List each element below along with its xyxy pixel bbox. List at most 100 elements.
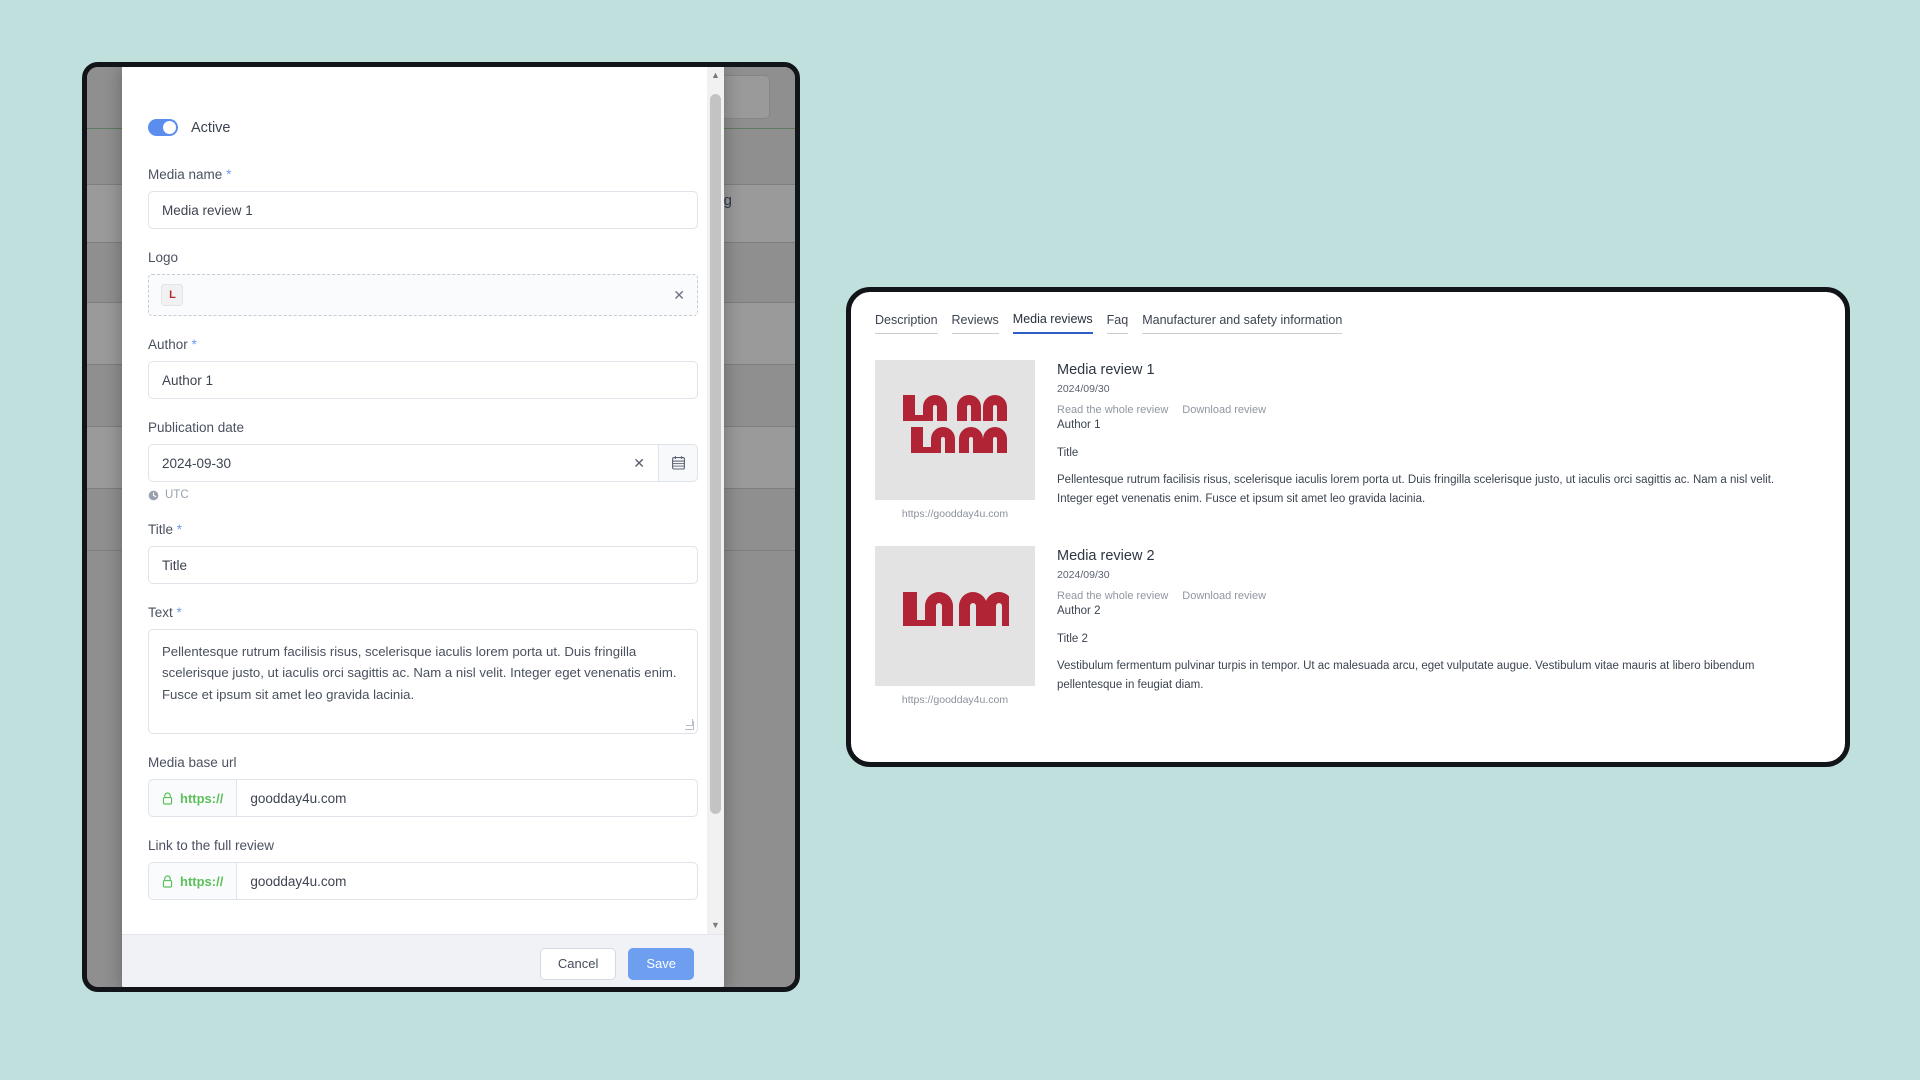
review-action-links: Read the whole review Download review <box>1057 404 1821 416</box>
author-input[interactable]: Author 1 <box>148 361 698 399</box>
review-action-links: Read the whole review Download review <box>1057 590 1821 602</box>
media-base-url-input[interactable]: goodday4u.com <box>237 779 698 817</box>
review-title-text: Title <box>1057 447 1079 459</box>
scroll-up-arrow-icon[interactable]: ▲ <box>711 67 720 84</box>
logo-image-offset <box>903 395 1007 453</box>
tab-faq[interactable]: Faq <box>1106 313 1129 334</box>
scrollbar-track[interactable] <box>707 84 724 917</box>
clear-date-icon[interactable]: ✕ <box>633 456 645 470</box>
review-media-column: https://goodday4u.com <box>875 360 1035 520</box>
active-toggle[interactable] <box>148 119 178 136</box>
publication-date-control: 2024-09-30 ✕ <box>148 444 698 482</box>
open-calendar-button[interactable] <box>658 444 698 482</box>
lock-icon <box>162 874 173 888</box>
product-tabs: Description Reviews Media reviews Faq Ma… <box>875 312 1821 334</box>
media-name-value: Media review 1 <box>162 202 253 218</box>
field-text: Text * Pellentesque rutrum facilisis ris… <box>148 605 698 734</box>
preview-content: Description Reviews Media reviews Faq Ma… <box>851 292 1845 752</box>
author-label: Author * <box>148 337 698 352</box>
download-review-link[interactable]: Download review <box>1182 404 1266 416</box>
title-input[interactable]: Title <box>148 546 698 584</box>
publication-date-value: 2024-09-30 <box>162 455 232 471</box>
timezone-hint: UTC <box>148 489 698 501</box>
download-review-link[interactable]: Download review <box>1182 590 1266 602</box>
text-textarea[interactable]: Pellentesque rutrum facilisis risus, sce… <box>148 629 698 734</box>
link-full-review-value: goodday4u.com <box>250 873 347 889</box>
review-name: Media review 2 <box>1057 548 1155 564</box>
media-base-url-control: https:// goodday4u.com <box>148 779 698 817</box>
review-author: Author 1 <box>1057 419 1101 431</box>
logo-dropzone[interactable]: L ✕ <box>148 274 698 316</box>
review-author: Author 2 <box>1057 605 1101 617</box>
toggle-knob <box>163 121 176 134</box>
logo-label: Logo <box>148 250 179 265</box>
field-media-base-url: Media base url https:// goodday4u.com <box>148 755 698 817</box>
read-whole-review-link[interactable]: Read the whole review <box>1057 404 1168 416</box>
link-full-review-prefix-text: https:// <box>180 873 224 889</box>
required-marker: * <box>191 337 197 352</box>
read-whole-review-link[interactable]: Read the whole review <box>1057 590 1168 602</box>
review-title-text: Title 2 <box>1057 633 1088 645</box>
modal-footer: Cancel Save <box>122 934 724 987</box>
active-toggle-row[interactable]: Active <box>148 119 698 136</box>
media-name-label-text: Media name <box>148 167 223 182</box>
field-author: Author * Author 1 <box>148 337 698 399</box>
tab-media-reviews[interactable]: Media reviews <box>1012 312 1093 334</box>
remove-logo-icon[interactable]: ✕ <box>673 288 685 302</box>
active-toggle-label: Active <box>191 119 231 136</box>
review-details: Media review 1 2024/09/30 Read the whole… <box>1057 360 1821 520</box>
media-review-edit-modal: Active Media name * Media review 1 Logo … <box>122 67 724 987</box>
text-label-text: Text <box>148 605 173 620</box>
tab-manufacturer-safety[interactable]: Manufacturer and safety information <box>1142 313 1343 334</box>
scroll-down-arrow-icon[interactable]: ▼ <box>711 917 720 934</box>
required-marker: * <box>176 522 183 537</box>
media-base-url-prefix: https:// <box>148 779 238 817</box>
scrollbar-thumb[interactable] <box>710 94 721 814</box>
required-marker: * <box>226 167 232 182</box>
text-value: Pellentesque rutrum facilisis risus, sce… <box>162 644 677 702</box>
review-logo-url: https://goodday4u.com <box>901 694 1009 706</box>
tab-reviews[interactable]: Reviews <box>951 313 999 334</box>
media-name-input[interactable]: Media review 1 <box>148 191 698 229</box>
title-value: Title <box>162 557 188 573</box>
review-details: Media review 2 2024/09/30 Read the whole… <box>1057 546 1821 706</box>
title-label: Title * <box>148 522 698 537</box>
field-media-name: Media name * Media review 1 <box>148 167 698 229</box>
storefront-preview-window: Description Reviews Media reviews Faq Ma… <box>846 287 1850 767</box>
timezone-hint-text: UTC <box>165 489 189 501</box>
review-name: Media review 1 <box>1057 362 1155 378</box>
review-body-text: Vestibulum fermentum pulvinar turpis in … <box>1057 660 1755 691</box>
logo-image-solid <box>903 592 1009 626</box>
link-full-review-label: Link to the full review <box>148 838 275 853</box>
save-button[interactable]: Save <box>628 947 694 980</box>
modal-form-body: Active Media name * Media review 1 Logo … <box>122 67 724 934</box>
media-name-label: Media name * <box>148 167 698 182</box>
lock-icon <box>162 791 173 805</box>
field-link-full-review: Link to the full review https:// goodday… <box>148 838 698 900</box>
media-base-url-value: goodday4u.com <box>250 790 347 806</box>
field-logo: Logo L ✕ <box>148 250 698 316</box>
author-value: Author 1 <box>162 372 214 388</box>
review-date: 2024/09/30 <box>1057 383 1110 395</box>
link-full-review-prefix: https:// <box>148 862 238 900</box>
link-full-review-control: https:// goodday4u.com <box>148 862 698 900</box>
review-logo-box <box>875 360 1035 500</box>
media-review-item: https://goodday4u.com Media review 2 202… <box>875 546 1821 706</box>
logo-thumbnail-glyph: L <box>169 288 176 301</box>
author-label-text: Author <box>148 337 188 352</box>
publication-date-input[interactable]: 2024-09-30 ✕ <box>148 444 658 482</box>
required-marker: * <box>176 605 182 620</box>
modal-scrollbar[interactable]: ▲ ▼ <box>707 67 724 934</box>
link-full-review-input[interactable]: goodday4u.com <box>237 862 698 900</box>
media-base-url-label: Media base url <box>148 755 237 770</box>
admin-browser-window: ⌄ Selling ⌄ ⌄ Active Media name * <box>82 62 800 992</box>
title-label-text: Title <box>148 522 174 537</box>
resize-handle[interactable] <box>685 719 694 730</box>
review-media-column: https://goodday4u.com <box>875 546 1035 706</box>
calendar-icon <box>671 456 685 470</box>
cancel-button[interactable]: Cancel <box>539 947 617 980</box>
clock-icon <box>148 490 159 500</box>
tab-description[interactable]: Description <box>875 313 938 334</box>
media-base-url-prefix-text: https:// <box>180 790 224 806</box>
logo-thumbnail[interactable]: L <box>161 284 183 306</box>
